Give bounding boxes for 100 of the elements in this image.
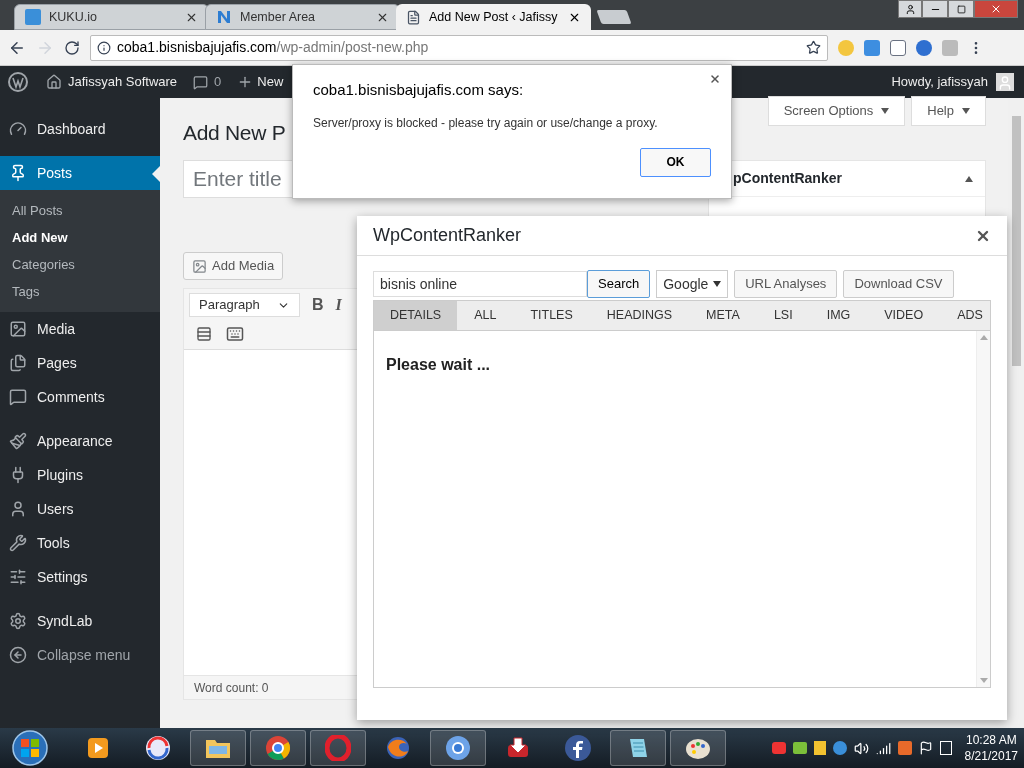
tray-icon[interactable] [813, 741, 826, 755]
add-media-button[interactable]: Add Media [183, 252, 284, 280]
star-icon[interactable] [806, 40, 821, 55]
clock[interactable]: 10:28 AM 8/21/2017 [964, 732, 1018, 764]
sliders-icon [9, 568, 27, 586]
results-tab[interactable]: VIDEO [867, 301, 941, 330]
taskbar-button[interactable] [430, 730, 486, 766]
menu-item[interactable]: Collapse menu [0, 638, 160, 672]
menu-item[interactable]: SyndLab [0, 604, 160, 638]
format-select[interactable]: Paragraph [189, 293, 300, 317]
keyboard-icon[interactable] [226, 325, 244, 343]
close-icon[interactable] [709, 73, 721, 85]
browser-tab[interactable]: Add New Post ‹ Jafissy [396, 4, 591, 30]
square-favicon-icon [25, 9, 41, 25]
taskbar-button[interactable] [670, 730, 726, 766]
italic-button[interactable]: I [335, 293, 342, 317]
comment-count[interactable]: 0 [214, 72, 222, 92]
browser-tab[interactable]: Member Area [205, 4, 400, 30]
screen-options-button[interactable]: Screen Options [767, 96, 906, 126]
comment-icon[interactable] [193, 74, 209, 90]
media-icon [9, 320, 27, 338]
minimize-button[interactable] [922, 0, 948, 18]
flag-icon[interactable] [918, 741, 933, 755]
scrollbar-thumb[interactable] [1011, 116, 1021, 366]
results-tab[interactable]: ADS [940, 301, 1000, 330]
address-field[interactable]: coba1.bisnisbajujafis.com/wp-admin/post-new.php [90, 34, 828, 61]
menu-item[interactable]: Settings [0, 560, 160, 594]
caret-icon [713, 281, 722, 287]
signal-icon[interactable] [875, 740, 891, 756]
new-link[interactable]: New [257, 72, 284, 92]
search-field[interactable]: bisnis online [373, 271, 587, 297]
submenu-item[interactable]: All Posts [0, 197, 160, 224]
fox-globe-icon [385, 735, 411, 761]
search-button[interactable]: Search [587, 270, 651, 298]
tray-icon[interactable] [939, 741, 952, 755]
reload-icon[interactable] [64, 39, 80, 56]
restore-button[interactable] [948, 0, 974, 18]
howdy-link[interactable]: Howdy, jafissyah [891, 72, 988, 92]
pages-icon [9, 354, 27, 372]
submenu-item[interactable]: Tags [0, 278, 160, 305]
gear-extension-icon[interactable] [916, 39, 932, 56]
user-icon [9, 500, 27, 518]
toolbar-button[interactable]: Download CSV [843, 270, 954, 298]
code-extension-icon[interactable] [890, 39, 906, 56]
site-link[interactable]: Jafissyah Software [68, 72, 178, 92]
home-icon[interactable] [46, 74, 62, 90]
status-text: Please wait ... [386, 356, 491, 373]
results-tab[interactable]: IMG [809, 301, 868, 330]
taskbar-button[interactable] [610, 730, 666, 766]
w-logo-icon[interactable] [8, 72, 28, 92]
start-button-icon[interactable] [10, 729, 50, 767]
user-window-button[interactable] [898, 0, 922, 18]
taskbar-button[interactable] [190, 730, 246, 766]
circle-browser-icon [445, 735, 471, 761]
results-tab[interactable]: TITLES [513, 301, 590, 330]
tray-icon[interactable] [792, 742, 807, 754]
brush-icon [9, 432, 27, 450]
play-icon [85, 735, 111, 761]
results-tab[interactable]: LSI [756, 301, 810, 330]
menu-item[interactable]: Comments [0, 380, 160, 414]
pin-icon [9, 164, 27, 182]
menu-item[interactable]: Pages [0, 346, 160, 380]
menu-item[interactable]: Posts [0, 156, 160, 190]
clock-time: 10:28 AM [965, 732, 1017, 748]
collapse-caret-icon[interactable] [965, 175, 973, 182]
menu-item[interactable]: Media [0, 312, 160, 346]
tab-title: Member Area [240, 8, 317, 26]
submenu-item[interactable]: Add New [0, 224, 160, 251]
gauge-icon [9, 120, 27, 138]
menu-item[interactable]: Dashboard [0, 112, 160, 146]
read-more-icon[interactable] [196, 326, 212, 342]
speech-bubble-icon [9, 388, 27, 406]
bold-button[interactable]: B [312, 293, 324, 317]
results-tab[interactable]: DETAILS [374, 301, 458, 330]
results-tab[interactable]: ALL [457, 301, 514, 330]
satellite-extension-icon[interactable] [864, 39, 880, 56]
left-arrow-circle-icon [9, 646, 27, 664]
info-icon[interactable] [97, 40, 111, 55]
caret-icon [881, 108, 890, 114]
speaker-icon[interactable] [853, 740, 869, 756]
taskbar-button[interactable] [250, 730, 306, 766]
menu-item[interactable]: Appearance [0, 424, 160, 458]
help-button[interactable]: Help [911, 96, 986, 126]
menu-item[interactable]: Plugins [0, 458, 160, 492]
swirl-icon [144, 734, 172, 762]
dialog-title: WpContentRanker [373, 224, 522, 247]
engine-select[interactable]: Google [656, 270, 729, 298]
menu-item[interactable]: Tools [0, 526, 160, 560]
new-tab-button[interactable] [596, 10, 632, 24]
url-text: coba1.bisnisbajujafis.com/wp-admin/post-new.php [117, 38, 429, 57]
ok-button[interactable]: OK [640, 147, 711, 177]
submenu-item[interactable]: Categories [0, 251, 160, 278]
browser-tab[interactable]: KUKU.io [14, 4, 209, 30]
social-circle-icon [564, 734, 592, 762]
menu-item[interactable]: Users [0, 492, 160, 526]
results-tab[interactable]: META [689, 301, 757, 330]
restore-icon [956, 4, 966, 14]
results-tab[interactable]: HEADINGS [589, 301, 690, 330]
user-icon [904, 3, 916, 15]
toolbar-button[interactable]: URL Analyses [734, 270, 838, 298]
